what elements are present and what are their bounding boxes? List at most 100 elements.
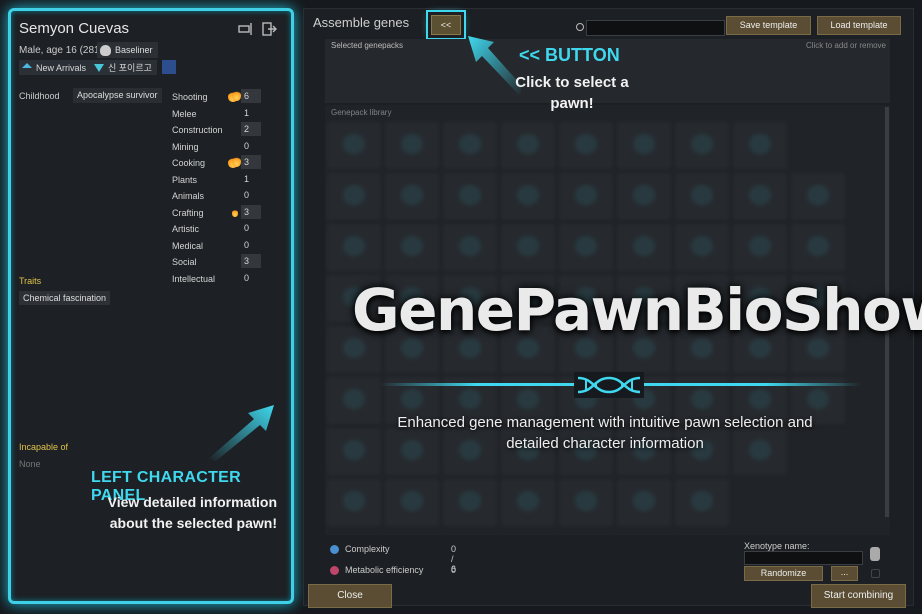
skill-value: 0 — [244, 272, 250, 283]
skill-row[interactable]: Melee 1 — [172, 106, 267, 123]
genepack-card[interactable] — [328, 123, 380, 168]
trait-chip[interactable]: Chemical fascination — [19, 291, 111, 305]
complexity-icon — [330, 545, 339, 555]
skill-row[interactable]: Artistic 0 — [172, 221, 267, 238]
genepack-card[interactable] — [328, 225, 380, 270]
genepack-card[interactable] — [560, 480, 612, 525]
faction-tag[interactable]: New Arrivals — [19, 60, 92, 75]
selected-hint: Click to add or remove — [805, 41, 886, 50]
ideo-tag-label: 신 포이르고 — [108, 63, 152, 73]
skill-value: 1 — [244, 173, 250, 184]
skill-name: Melee — [172, 108, 197, 119]
genepack-card[interactable] — [618, 174, 670, 219]
save-template-button[interactable]: Save template — [726, 16, 811, 35]
genepack-card[interactable] — [502, 480, 554, 525]
genepack-card[interactable] — [560, 123, 612, 168]
genepack-card[interactable] — [386, 123, 438, 168]
close-button[interactable]: Close — [308, 584, 392, 608]
genepack-card[interactable] — [676, 123, 728, 168]
xenotype-name-input[interactable] — [744, 551, 863, 565]
lock-icon[interactable] — [871, 569, 880, 578]
skill-row[interactable]: Animals 0 — [172, 188, 267, 205]
skill-value: 3 — [241, 155, 261, 169]
passion-major-icon — [228, 90, 241, 102]
genepack-card[interactable] — [676, 225, 728, 270]
skill-value: 0 — [244, 190, 250, 200]
genepack-card[interactable] — [676, 174, 728, 219]
metabolic-row: Metabolic efficiency 0 — [330, 565, 456, 576]
skill-name: Medical — [172, 240, 204, 251]
skill-row[interactable]: Medical 0 — [172, 238, 267, 255]
button-annotation-title: << BUTTON — [519, 45, 620, 65]
skill-value: 3 — [241, 204, 261, 219]
skill-row[interactable]: Cooking 3 — [172, 155, 267, 172]
skill-row[interactable]: Social 3 — [172, 254, 267, 271]
genepack-card[interactable] — [618, 225, 670, 270]
pawn-description: Male, age 16 (281) — [19, 45, 103, 56]
xenotype-name-label: Xenotype name: — [744, 541, 810, 551]
randomize-button[interactable]: Randomize — [744, 566, 823, 581]
skill-row[interactable]: Plants 1 — [172, 172, 267, 189]
genepack-card[interactable] — [734, 174, 786, 219]
skill-name: Cooking — [172, 158, 206, 168]
search-icon — [576, 23, 584, 31]
load-template-button[interactable]: Load template — [817, 16, 901, 35]
annotation-arrow-icon — [208, 405, 274, 461]
rename-icon[interactable] — [238, 21, 254, 37]
exit-icon[interactable] — [261, 21, 277, 37]
metabolism-icon — [330, 566, 339, 576]
childhood-value[interactable]: Apocalypse survivor — [73, 88, 162, 103]
skill-row[interactable]: Intellectual 0 — [172, 271, 267, 288]
selected-label: Selected genepacks — [331, 41, 404, 50]
skull-icon — [100, 44, 111, 56]
skills-list: Shooting 6 Melee 1 Construction 2 Mining 0 C… — [172, 89, 267, 287]
genepack-card[interactable] — [328, 480, 380, 525]
ideo-tag[interactable]: 신 포이르고 — [91, 60, 157, 75]
annotation-description: View detailed information about the sele… — [107, 494, 277, 531]
skill-value: 0 — [244, 223, 250, 233]
genepack-card[interactable] — [444, 123, 496, 168]
skill-row[interactable]: Shooting 6 — [172, 89, 267, 106]
genepack-card[interactable] — [618, 480, 670, 525]
skill-row[interactable]: Mining 0 — [172, 139, 267, 156]
genepack-card[interactable] — [444, 480, 496, 525]
genepack-card[interactable] — [676, 480, 728, 525]
xenotype-chip[interactable]: Baseliner — [97, 42, 158, 58]
genepack-card[interactable] — [386, 174, 438, 219]
select-pawn-button[interactable]: << — [431, 15, 461, 35]
start-combining-button[interactable]: Start combining — [811, 584, 906, 608]
skill-value: 3 — [241, 254, 261, 268]
genepack-card[interactable] — [560, 174, 612, 219]
genepack-card[interactable] — [734, 123, 786, 168]
xenotype-label: Baseliner — [115, 45, 153, 55]
overlay-description: Enhanced gene management with intuitive … — [397, 414, 813, 452]
genepack-card[interactable] — [502, 225, 554, 270]
skill-value: 2 — [241, 122, 261, 136]
genepack-card[interactable] — [502, 174, 554, 219]
genepack-card[interactable] — [792, 225, 844, 270]
xenotype-icon[interactable] — [870, 547, 880, 561]
home-icon — [22, 63, 32, 68]
skill-value: 6 — [241, 89, 261, 103]
genepack-card[interactable] — [328, 378, 380, 423]
genepack-card[interactable] — [328, 174, 380, 219]
genepack-card[interactable] — [444, 174, 496, 219]
skill-row[interactable]: Crafting 3 — [172, 204, 267, 222]
genepack-card[interactable] — [792, 174, 844, 219]
genepack-card[interactable] — [734, 225, 786, 270]
more-button[interactable]: ... — [831, 566, 858, 581]
genepack-card[interactable] — [618, 123, 670, 168]
skill-name: Intellectual — [172, 273, 216, 284]
color-swatch[interactable] — [162, 60, 176, 74]
skill-row[interactable]: Construction 2 — [172, 122, 267, 139]
search-input[interactable] — [586, 20, 725, 36]
genepack-card[interactable] — [560, 225, 612, 270]
genepack-card[interactable] — [328, 429, 380, 474]
skill-value: 0 — [244, 239, 250, 250]
genepack-card[interactable] — [444, 225, 496, 270]
skill-value: 1 — [244, 107, 250, 118]
passion-major-icon — [228, 156, 241, 168]
genepack-card[interactable] — [502, 123, 554, 168]
genepack-card[interactable] — [386, 480, 438, 525]
genepack-card[interactable] — [386, 225, 438, 270]
